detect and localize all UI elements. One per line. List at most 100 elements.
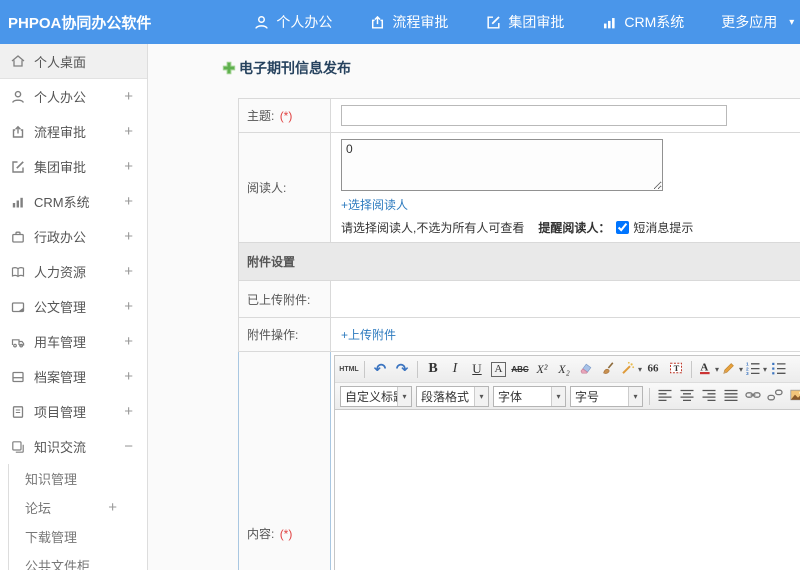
highlight-color-icon (721, 360, 737, 379)
home-icon (10, 53, 26, 69)
paragraph-format-select-value: 段落格式 (421, 389, 470, 404)
sidebar-subitem-label: 公共文件柜 (25, 559, 91, 570)
expand-icon[interactable]: + (124, 263, 133, 280)
sidebar-item-7[interactable]: 公文管理 + (0, 289, 147, 324)
collapse-icon[interactable]: − (124, 438, 133, 455)
border-text-button[interactable]: A (491, 361, 506, 377)
nav-item-3[interactable]: CRM系统 (601, 12, 684, 32)
sidebar-item-11[interactable]: 知识交流 − (0, 429, 147, 464)
book-icon (10, 264, 26, 280)
align-justify-icon (723, 387, 739, 406)
sms-remind-label: 短消息提示 (633, 221, 694, 235)
expand-icon[interactable]: + (124, 298, 133, 315)
superscript-button[interactable]: X² (532, 359, 552, 380)
autotypeset-button[interactable]: ▾ (620, 359, 642, 380)
sidebar-subitem-0[interactable]: 知识管理 (9, 464, 147, 493)
align-center-icon (679, 387, 695, 406)
dropdown-arrow-icon: ▾ (715, 364, 720, 374)
sidebar-subitem-1[interactable]: 论坛 + (9, 493, 147, 522)
expand-icon[interactable]: + (124, 193, 133, 210)
align-center-button[interactable] (677, 386, 697, 407)
sidebar-subitem-2[interactable]: 下载管理 (9, 522, 147, 551)
sidebar-item-9[interactable]: 档案管理 + (0, 359, 147, 394)
autotypeset-icon (620, 360, 636, 379)
italic-button[interactable]: I (445, 359, 465, 380)
sidebar-item-1[interactable]: 个人办公 + (0, 79, 147, 114)
format-brush-button[interactable] (598, 359, 618, 380)
bold-button[interactable]: B (423, 359, 443, 380)
edit-icon (10, 159, 26, 175)
editor-content-area[interactable] (335, 410, 800, 570)
sidebar-item-0[interactable]: 个人桌面 (0, 44, 147, 79)
subject-row: 主题: (*) (238, 98, 800, 133)
required-mark: (*) (279, 109, 293, 123)
nav-item-0[interactable]: 个人办公 (253, 12, 332, 32)
highlight-color-button[interactable]: ▾ (721, 359, 743, 380)
insert-title-button[interactable]: T (666, 359, 686, 380)
paragraph-format-select[interactable]: 段落格式 ▾ (416, 385, 489, 407)
blockquote-button[interactable]: 66 (644, 359, 664, 380)
briefcase-icon (10, 229, 26, 245)
nav-item-label: 更多应用 (721, 14, 778, 30)
sidebar-item-10[interactable]: 项目管理 + (0, 394, 147, 429)
underline-button[interactable]: U (467, 359, 487, 380)
font-family-select-value: 字体 (498, 389, 523, 404)
vehicle-icon (10, 334, 26, 350)
person-icon (253, 14, 270, 31)
align-left-button[interactable] (655, 386, 675, 407)
html-source-button[interactable]: HTML (339, 359, 359, 380)
archive-icon (10, 369, 26, 385)
svg-text:66: 66 (648, 362, 660, 374)
custom-title-select[interactable]: 自定义标题▾ (340, 385, 412, 407)
align-right-button[interactable] (699, 386, 719, 407)
svg-text:3: 3 (746, 371, 749, 376)
publish-form: 主题: (*) 阅读人: 0 +选择阅读人 请选择阅读人,不选为所有人可查看 提… (238, 98, 800, 570)
readers-label-cell: 阅读人: (238, 132, 331, 243)
align-justify-button[interactable] (721, 386, 741, 407)
toolbar-separator (364, 360, 365, 378)
sidebar-item-2[interactable]: 流程审批 + (0, 114, 147, 149)
subscript-button[interactable]: X₂ (554, 359, 574, 380)
insert-link-button[interactable] (743, 386, 763, 407)
sidebar-item-8[interactable]: 用车管理 + (0, 324, 147, 359)
upload-attachment-link[interactable]: +上传附件 (341, 328, 396, 342)
sidebar-item-3[interactable]: 集团审批 + (0, 149, 147, 184)
remove-format-button[interactable] (576, 359, 596, 380)
sidebar-item-4[interactable]: CRM系统 + (0, 184, 147, 219)
sms-remind-checkbox[interactable] (616, 221, 630, 234)
dropdown-arrow-icon: ▾ (551, 386, 565, 406)
expand-icon[interactable]: + (124, 88, 133, 105)
unordered-list-button[interactable] (769, 359, 789, 380)
expand-icon[interactable]: + (124, 123, 133, 140)
project-icon (10, 404, 26, 420)
expand-icon[interactable]: + (124, 158, 133, 175)
strikethrough-button[interactable]: ABC (510, 359, 530, 380)
undo-button[interactable]: ↶ (370, 359, 390, 380)
font-family-select[interactable]: 字体 ▾ (493, 385, 566, 407)
expand-icon[interactable]: + (124, 228, 133, 245)
select-readers-link[interactable]: +选择阅读人 (341, 196, 408, 213)
subject-input[interactable] (341, 105, 727, 126)
sidebar-item-6[interactable]: 人力资源 + (0, 254, 147, 289)
expand-icon[interactable]: + (124, 368, 133, 385)
expand-icon[interactable]: + (124, 403, 133, 420)
remove-link-button[interactable] (765, 386, 785, 407)
expand-icon[interactable]: + (124, 333, 133, 350)
font-color-button[interactable]: A ▾ (697, 359, 719, 380)
knowledge-icon (10, 439, 26, 455)
nav-item-4[interactable]: 更多应用 ▾ (721, 12, 794, 32)
expand-icon[interactable]: + (108, 499, 117, 516)
sidebar-item-label: 档案管理 (34, 370, 87, 385)
nav-item-1[interactable]: 流程审批 (369, 12, 448, 32)
subject-label: 主题: (247, 109, 275, 123)
sidebar-item-5[interactable]: 行政办公 + (0, 219, 147, 254)
insert-image-button[interactable] (787, 386, 800, 407)
svg-text:T: T (674, 362, 680, 372)
nav-item-2[interactable]: 集团审批 (485, 12, 564, 32)
redo-button[interactable]: ↷ (392, 359, 412, 380)
ordered-list-button[interactable]: 1 2 3 ▾ (745, 359, 767, 380)
header-nav: 个人办公 流程审批 集团审批 CRM系统 更多应用 ▾ (253, 12, 800, 32)
font-size-select[interactable]: 字号 ▾ (570, 385, 643, 407)
readers-textarea[interactable]: 0 (341, 139, 663, 191)
sidebar-subitem-3[interactable]: 公共文件柜 (9, 551, 147, 570)
